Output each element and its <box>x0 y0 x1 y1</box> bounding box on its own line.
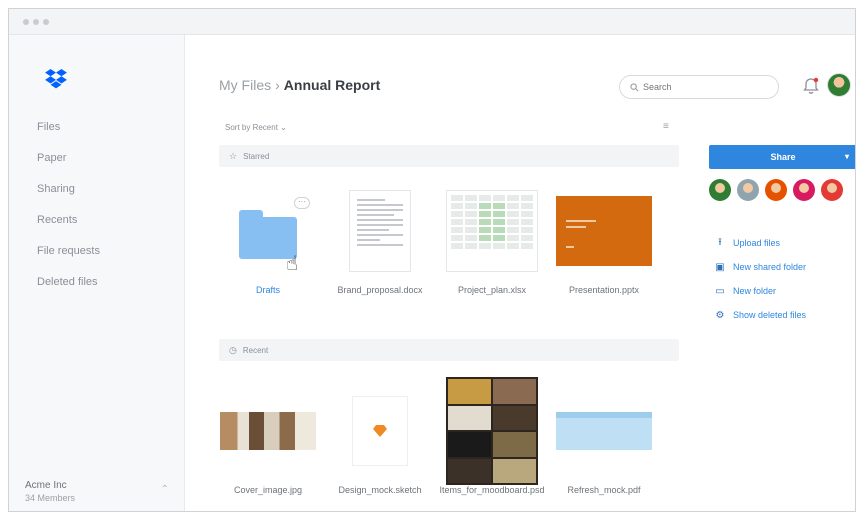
notification-bell-icon[interactable] <box>803 77 819 95</box>
sidebar-item-file-requests[interactable]: File requests <box>37 241 100 272</box>
document-preview <box>349 190 411 272</box>
new-folder-action[interactable]: ▭ New folder <box>715 279 806 303</box>
file-tile-refresh-mock[interactable]: Refresh_mock.pdf <box>551 389 657 496</box>
sidebar-item-deleted-files[interactable]: Deleted files <box>37 272 100 303</box>
member-avatar[interactable] <box>709 179 731 201</box>
sidebar-item-files[interactable]: Files <box>37 117 100 148</box>
user-avatar[interactable] <box>827 73 851 97</box>
team-members-count: 34 Members <box>25 493 76 503</box>
file-thumbnail <box>444 377 540 485</box>
sidebar-item-sharing[interactable]: Sharing <box>37 179 100 210</box>
file-thumbnail: ··· ☝ <box>220 189 316 275</box>
share-button[interactable]: Share ▾ <box>709 145 855 169</box>
section-header-starred[interactable]: ☆ Starred <box>219 145 679 167</box>
clock-icon: ◷ <box>229 344 237 355</box>
image-preview <box>220 412 316 450</box>
file-name: Refresh_mock.pdf <box>567 485 641 495</box>
dropbox-logo-icon[interactable] <box>45 69 67 89</box>
sidebar-nav: Files Paper Sharing Recents File request… <box>37 117 100 303</box>
breadcrumb: My Files › Annual Report <box>219 77 380 93</box>
upload-icon: ⭱ <box>718 236 722 248</box>
member-avatar[interactable] <box>737 179 759 201</box>
main-content: My Files›Annual Report Sort by Recent ⌄ … <box>185 35 855 511</box>
sketch-diamond-icon <box>373 425 387 437</box>
search-icon <box>630 82 639 91</box>
team-switcher[interactable]: Acme Inc 34 Members ⌃ <box>25 480 169 503</box>
presentation-preview <box>556 196 652 266</box>
file-tile-brand-proposal[interactable]: Brand_proposal.docx <box>327 189 433 296</box>
file-name: Design_mock.sketch <box>338 485 422 495</box>
new-shared-folder-action[interactable]: ▣ New shared folder <box>715 255 806 279</box>
more-options-button[interactable]: ··· <box>294 197 310 209</box>
file-thumbnail <box>444 189 540 273</box>
moodboard-preview <box>446 377 538 485</box>
search-input[interactable] <box>643 82 763 92</box>
show-deleted-icon: ⚙ <box>715 309 725 321</box>
file-name: Project_plan.xlsx <box>457 285 527 295</box>
app-window: Files Paper Sharing Recents File request… <box>8 8 856 512</box>
breadcrumb-separator: › <box>275 77 280 93</box>
section-header-recent[interactable]: ◷ Recent <box>219 339 679 361</box>
sort-dropdown[interactable]: Sort by Recent ⌄ <box>225 123 287 132</box>
search-box[interactable] <box>619 75 779 99</box>
breadcrumb-current: Annual Report <box>283 77 381 93</box>
show-deleted-files-action[interactable]: ⚙ Show deleted files <box>715 303 807 327</box>
member-avatar[interactable] <box>765 179 787 201</box>
upload-files-action[interactable]: ⭱ Upload files <box>715 231 806 255</box>
file-name: Items_for_moodboard.psd <box>439 485 545 495</box>
member-avatar[interactable] <box>793 179 815 201</box>
file-thumbnail <box>332 189 428 273</box>
breadcrumb-root[interactable]: My Files <box>219 77 271 93</box>
shared-folder-icon: ▣ <box>715 261 725 273</box>
sidebar-item-paper[interactable]: Paper <box>37 148 100 179</box>
window-minimize-dot[interactable] <box>33 19 39 25</box>
shared-members-avatars <box>709 179 843 201</box>
file-tile-cover-image[interactable]: Cover_image.jpg <box>215 389 321 496</box>
file-tile-presentation[interactable]: Presentation.pptx <box>551 189 657 296</box>
file-thumbnail <box>220 389 316 473</box>
file-name: Brand_proposal.docx <box>337 285 423 295</box>
window-controls[interactable] <box>23 19 49 25</box>
star-icon: ☆ <box>229 150 238 161</box>
sidebar-item-recents[interactable]: Recents <box>37 210 100 241</box>
file-thumbnail <box>556 389 652 473</box>
sidebar: Files Paper Sharing Recents File request… <box>9 35 185 511</box>
file-tile-project-plan[interactable]: Project_plan.xlsx <box>439 189 545 296</box>
file-tile-moodboard[interactable]: Items_for_moodboard.psd <box>439 377 545 496</box>
title-bar <box>9 9 855 35</box>
mockup-preview <box>556 412 652 450</box>
file-thumbnail <box>556 189 652 273</box>
member-avatar[interactable] <box>821 179 843 201</box>
file-thumbnail <box>332 389 428 473</box>
chevron-down-icon: ▾ <box>844 152 849 161</box>
folder-actions: ⭱ Upload files ▣ New shared folder ▭ New fo… <box>715 231 806 327</box>
list-view-icon[interactable]: ≡ <box>663 121 669 132</box>
chevron-icon: ⌃ <box>160 484 169 495</box>
file-name: Cover_image.jpg <box>233 485 303 495</box>
new-folder-icon: ▭ <box>715 285 725 297</box>
spreadsheet-preview <box>446 190 538 272</box>
file-name: Drafts <box>255 285 280 295</box>
file-tile-design-mock[interactable]: Design_mock.sketch <box>327 389 433 496</box>
file-tile-drafts[interactable]: ··· ☝ Drafts <box>215 189 321 296</box>
window-close-dot[interactable] <box>23 19 29 25</box>
team-name: Acme Inc <box>25 480 67 491</box>
window-zoom-dot[interactable] <box>43 19 49 25</box>
file-name: Presentation.pptx <box>568 285 640 295</box>
sketch-preview <box>352 396 408 466</box>
hand-cursor-icon: ☝ <box>286 253 299 275</box>
